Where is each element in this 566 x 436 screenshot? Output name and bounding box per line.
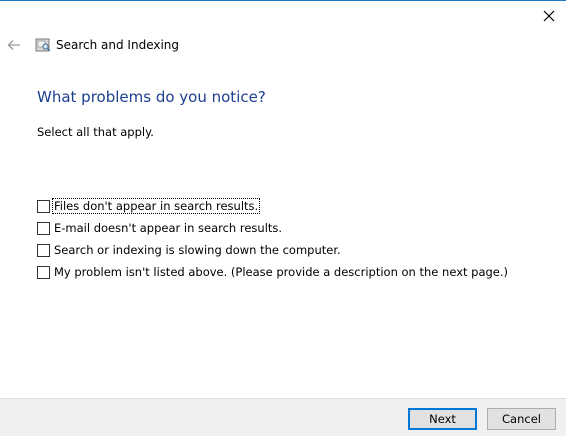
arrow-left-icon [7, 40, 20, 50]
close-button[interactable] [536, 5, 562, 27]
option-label: E-mail doesn't appear in search results. [54, 221, 283, 235]
search-indexing-icon [35, 38, 51, 52]
checkbox[interactable] [37, 199, 50, 213]
option-files-not-in-results[interactable]: Files don't appear in search results. [37, 195, 557, 217]
title-row: Search and Indexing [0, 34, 566, 58]
cancel-button[interactable]: Cancel [487, 408, 556, 430]
option-label: Files don't appear in search results. [51, 198, 261, 214]
checkbox[interactable] [37, 221, 50, 235]
footer-bar: Next Cancel [0, 398, 566, 436]
instruction-text: Select all that apply. [37, 125, 154, 139]
option-email-not-in-results[interactable]: E-mail doesn't appear in search results. [37, 217, 557, 239]
option-label: Search or indexing is slowing down the c… [54, 243, 341, 257]
troubleshooter-window: Search and Indexing What problems do you… [0, 0, 566, 436]
close-icon [543, 10, 555, 22]
checkbox[interactable] [37, 243, 50, 257]
window-title: Search and Indexing [56, 38, 180, 52]
checkbox[interactable] [37, 265, 50, 279]
next-button-label: Next [429, 412, 456, 426]
page-heading: What problems do you notice? [37, 88, 266, 106]
problem-options-list: Files don't appear in search results. E-… [37, 195, 557, 283]
option-problem-not-listed[interactable]: My problem isn't listed above. (Please p… [37, 261, 557, 283]
back-button[interactable] [4, 35, 24, 55]
option-label: My problem isn't listed above. (Please p… [54, 265, 509, 279]
option-slowing-down-computer[interactable]: Search or indexing is slowing down the c… [37, 239, 557, 261]
next-button[interactable]: Next [408, 408, 477, 430]
